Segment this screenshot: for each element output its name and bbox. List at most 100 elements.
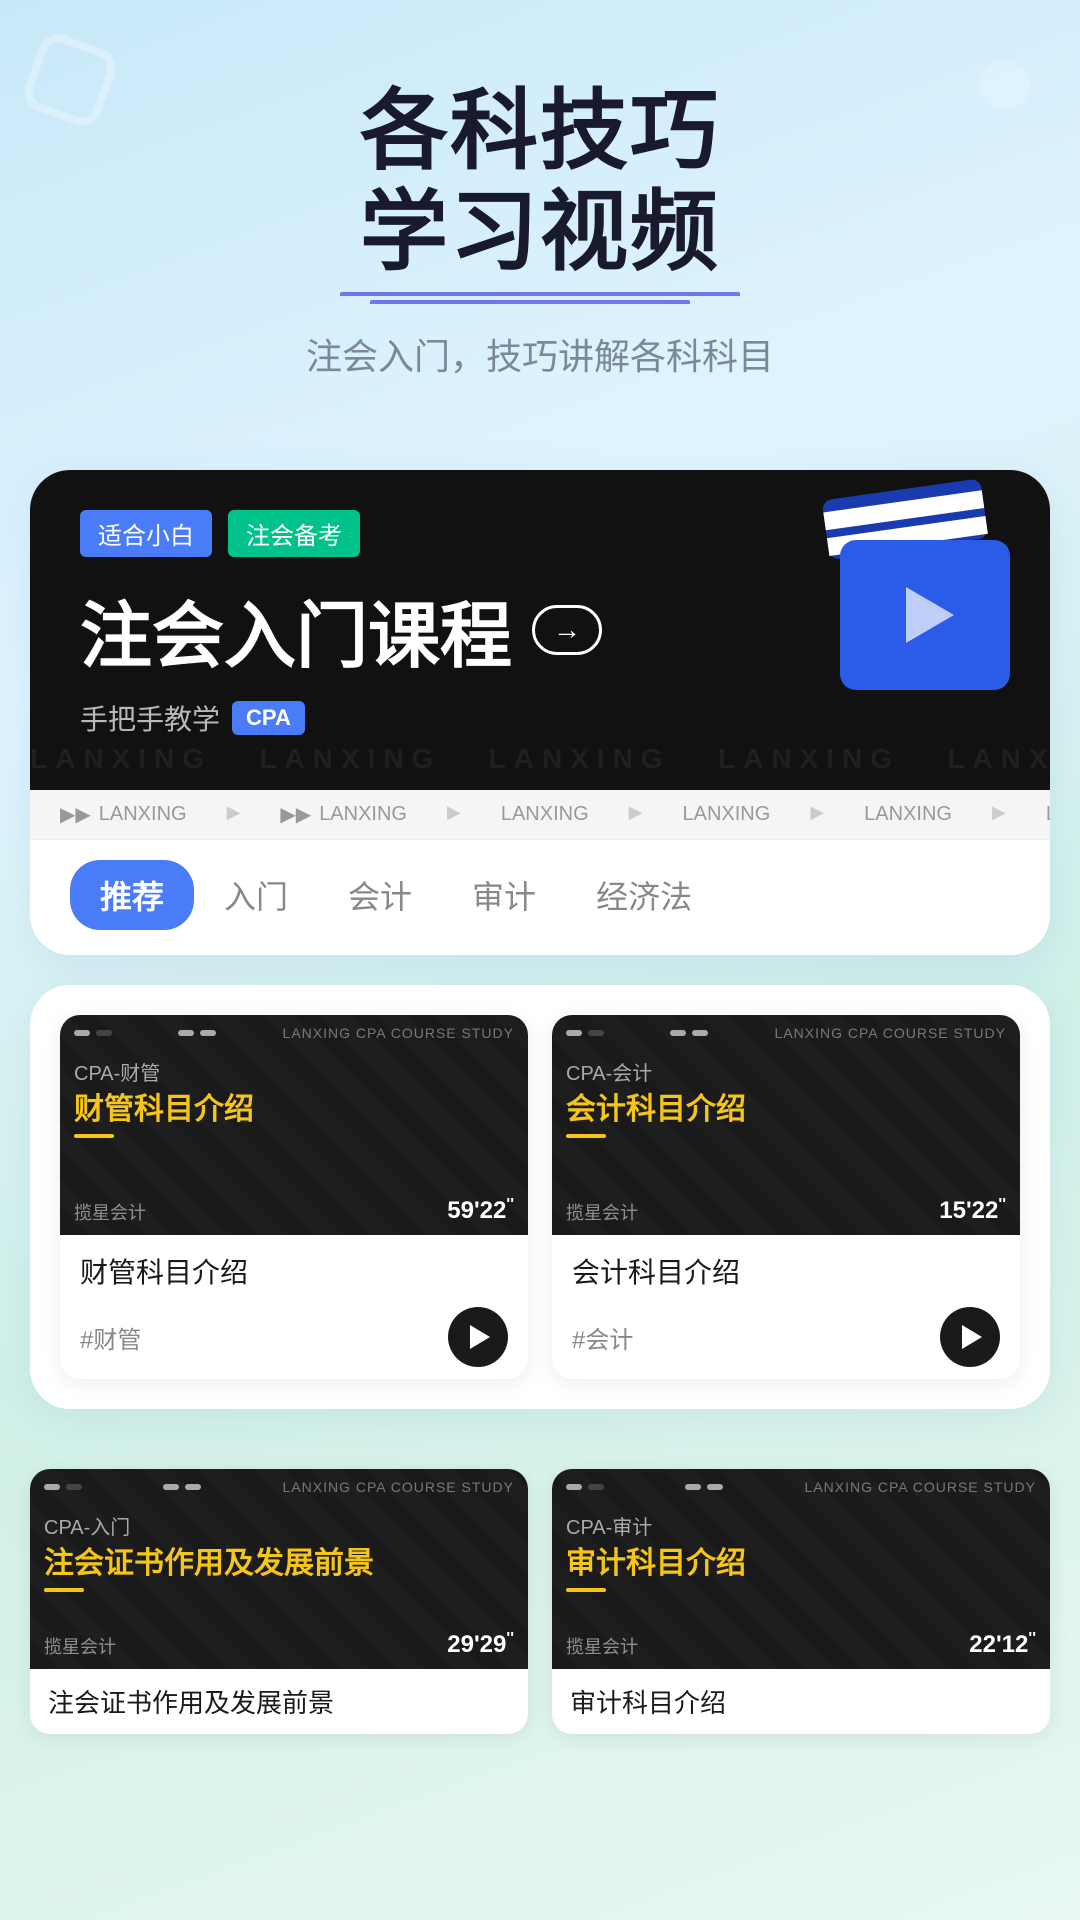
thumb-brand: LANXING CPA COURSE STUDY xyxy=(283,1479,514,1495)
main-card: 适合小白 注会备考 注会入门课程 → 手把手教学 CPA LANXING LAN… xyxy=(30,470,1050,955)
thumb-dot xyxy=(707,1484,723,1490)
tab-economic-law[interactable]: 经济法 xyxy=(566,860,722,930)
thumb-duration-1: 15'22'' xyxy=(939,1196,1006,1225)
thumb-dot xyxy=(588,1030,604,1036)
ticker-item: LANXING xyxy=(864,802,952,827)
thumb-brand: LANXING CPA COURSE STUDY xyxy=(805,1479,1036,1495)
play-icon-0 xyxy=(470,1325,490,1349)
hero-title: 各科技巧 学习视频 xyxy=(60,80,1020,282)
banner-bg-watermark: LANXING LANXING LANXING LANXING LANXING … xyxy=(30,743,1050,775)
card-info-0: 财管科目介绍 #财管 xyxy=(60,1235,528,1379)
thumb-dots-right xyxy=(670,1030,708,1036)
hero-title-line2: 学习视频 xyxy=(360,182,720,281)
play-icon-1 xyxy=(962,1325,982,1349)
thumb-content: LANXING CPA COURSE STUDY CPA-财管 财管科目介绍 揽… xyxy=(60,1015,528,1235)
cpa-badge: CPA xyxy=(232,701,305,735)
hero-title-line1: 各科技巧 xyxy=(360,81,720,180)
video-cards-container: LANXING CPA COURSE STUDY CPA-财管 财管科目介绍 揽… xyxy=(30,985,1050,1409)
spacer xyxy=(0,1439,1080,1469)
thumb-bottom: 揽星会计 29'29'' xyxy=(30,1620,528,1669)
bottom-spacer xyxy=(0,1734,1080,1774)
tab-audit[interactable]: 审计 xyxy=(442,860,566,930)
thumb-dots-right xyxy=(163,1484,201,1490)
ticker-bar: ▶▶ LANXING ▶ ▶▶ LANXING ▶ LANXING ▶ LANX… xyxy=(30,790,1050,840)
ticker-arrow: ▶ xyxy=(447,802,461,827)
thumb-dots-right xyxy=(685,1484,723,1490)
thumb-dot xyxy=(74,1030,90,1036)
ticker-arrow: ▶ xyxy=(629,802,643,827)
card-info-1: 会计科目介绍 #会计 xyxy=(552,1235,1020,1379)
tab-recommend[interactable]: 推荐 xyxy=(70,860,194,930)
card-tag-1: #会计 xyxy=(572,1320,633,1355)
thumb-dot xyxy=(588,1484,604,1490)
course-banner[interactable]: 适合小白 注会备考 注会入门课程 → 手把手教学 CPA LANXING LAN… xyxy=(30,470,1050,790)
thumb-brand-1: LANXING CPA COURSE STUDY xyxy=(775,1025,1006,1041)
thumb-dot xyxy=(566,1030,582,1036)
card-bottom-1: #会计 xyxy=(572,1307,1000,1367)
thumb-dot xyxy=(178,1030,194,1036)
thumb-author-0: 揽星会计 xyxy=(74,1199,146,1225)
video-cards-grid: LANXING CPA COURSE STUDY CPA-财管 财管科目介绍 揽… xyxy=(60,1015,1020,1379)
thumb-bottom-0: 揽星会计 59'22'' xyxy=(60,1186,528,1235)
thumb-dots-right xyxy=(178,1030,216,1036)
hero-subtitle: 注会入门，技巧讲解各科科目 xyxy=(60,328,1020,380)
video-card-1[interactable]: LANXING CPA COURSE STUDY CPA-会计 会计科目介绍 揽… xyxy=(552,1015,1020,1379)
video-thumb-1: LANXING CPA COURSE STUDY CPA-会计 会计科目介绍 揽… xyxy=(552,1015,1020,1235)
bottom-card-info-1: 审计科目介绍 xyxy=(552,1669,1050,1734)
thumb-video-title: 注会证书作用及发展前景 xyxy=(30,1546,528,1582)
card-title-0: 财管科目介绍 xyxy=(80,1251,508,1291)
bottom-card-title-1: 审计科目介绍 xyxy=(570,1683,1032,1720)
banner-title-text: 注会入门课程 xyxy=(80,577,512,682)
ticker-arrow: ▶ xyxy=(810,802,824,827)
banner-subtitle-text: 手把手教学 xyxy=(80,698,220,738)
card-bottom-0: #财管 xyxy=(80,1307,508,1367)
ticker-item: LANXING xyxy=(501,802,589,827)
thumb-dot xyxy=(44,1484,60,1490)
thumb-duration-0: 59'22'' xyxy=(447,1196,514,1225)
tab-navigation: 推荐 入门 会计 审计 经济法 xyxy=(30,840,1050,955)
bottom-card-1[interactable]: LANXING CPA COURSE STUDY CPA-审计 审计科目介绍 揽… xyxy=(552,1469,1050,1734)
thumb-top-bar: LANXING CPA COURSE STUDY xyxy=(30,1469,528,1505)
hero-section: 各科技巧 学习视频 注会入门，技巧讲解各科科目 xyxy=(0,0,1080,470)
bottom-card-info-0: 注会证书作用及发展前景 xyxy=(30,1669,528,1734)
bottom-card-0[interactable]: LANXING CPA COURSE STUDY CPA-入门 注会证书作用及发… xyxy=(30,1469,528,1734)
banner-arrow-button[interactable]: → xyxy=(532,605,602,655)
thumb-dots xyxy=(44,1484,82,1490)
thumb-category-1: CPA-会计 xyxy=(552,1051,1020,1092)
thumb-title-underline xyxy=(566,1134,606,1138)
thumb-category: CPA-审计 xyxy=(552,1505,1050,1546)
thumb-author: 揽星会计 xyxy=(566,1633,638,1659)
card-title-1: 会计科目介绍 xyxy=(572,1251,1000,1291)
thumb-dot xyxy=(96,1030,112,1036)
thumb-dot xyxy=(670,1030,686,1036)
ticker-item: LANXING xyxy=(683,802,771,827)
ticker-arrow: ▶ xyxy=(992,802,1006,827)
thumb-dots xyxy=(74,1030,112,1036)
video-thumb-0: LANXING CPA COURSE STUDY CPA-财管 财管科目介绍 揽… xyxy=(60,1015,528,1235)
thumb-title-underline xyxy=(74,1134,114,1138)
thumb-duration: 29'29'' xyxy=(447,1630,514,1659)
tab-accounting[interactable]: 会计 xyxy=(318,860,442,930)
thumb-dot xyxy=(200,1030,216,1036)
thumb-bottom: 揽星会计 22'12'' xyxy=(552,1620,1050,1669)
thumb-dot xyxy=(66,1484,82,1490)
bottom-cards-grid: LANXING CPA COURSE STUDY CPA-入门 注会证书作用及发… xyxy=(30,1469,1050,1734)
thumb-content: LANXING CPA COURSE STUDY CPA-审计 审计科目介绍 揽… xyxy=(552,1469,1050,1669)
card-tag-0: #财管 xyxy=(80,1320,141,1355)
play-button-0[interactable] xyxy=(448,1307,508,1367)
bottom-card-title-0: 注会证书作用及发展前景 xyxy=(48,1683,510,1720)
thumb-category: CPA-入门 xyxy=(30,1505,528,1546)
tab-beginner[interactable]: 入门 xyxy=(194,860,318,930)
video-card-0[interactable]: LANXING CPA COURSE STUDY CPA-财管 财管科目介绍 揽… xyxy=(60,1015,528,1379)
tag-beginner: 适合小白 xyxy=(80,510,212,557)
clapperboard-icon xyxy=(810,500,1010,690)
thumb-dot xyxy=(185,1484,201,1490)
tag-exam: 注会备考 xyxy=(228,510,360,557)
play-button-1[interactable] xyxy=(940,1307,1000,1367)
thumb-dot xyxy=(566,1484,582,1490)
thumb-video-title: 审计科目介绍 xyxy=(552,1546,1050,1582)
thumb-dot xyxy=(163,1484,179,1490)
thumb-video-title-1: 会计科目介绍 xyxy=(552,1092,1020,1128)
hero-underline xyxy=(340,292,740,298)
thumb-top-bar: LANXING CPA COURSE STUDY xyxy=(552,1469,1050,1505)
